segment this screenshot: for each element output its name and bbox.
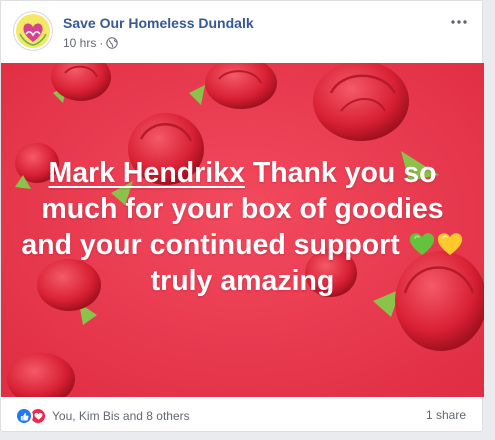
globe-icon[interactable]: [106, 37, 119, 49]
page-logo-icon: [16, 14, 50, 48]
shares-count-link[interactable]: 1 share: [426, 408, 466, 422]
post-card: Save Our Homeless Dundalk 10 hrs · Mark …: [0, 0, 484, 433]
yellow-heart-icon: [437, 233, 462, 255]
post-meta: 10 hrs ·: [63, 36, 119, 50]
more-options-icon: [451, 20, 467, 24]
reactions-summary[interactable]: You, Kim Bis and 8 others: [15, 407, 190, 425]
text-post-background: Mark Hendrikx Thank you so much for your…: [1, 63, 484, 397]
more-options-button[interactable]: [448, 11, 470, 33]
reactions-count-text: You, Kim Bis and 8 others: [52, 409, 190, 423]
like-icon: [15, 407, 33, 425]
mention-link[interactable]: Mark Hendrikx: [48, 157, 244, 189]
meta-separator: ·: [99, 36, 104, 50]
green-heart-icon: [409, 233, 434, 255]
post-header: Save Our Homeless Dundalk 10 hrs ·: [1, 1, 484, 63]
post-footer: You, Kim Bis and 8 others 1 share: [1, 397, 484, 433]
post-message-ending: truly amazing: [150, 265, 335, 297]
post-timestamp[interactable]: 10 hrs: [63, 36, 96, 50]
page-avatar[interactable]: [13, 11, 53, 51]
post-message: Mark Hendrikx Thank you so much for your…: [21, 155, 464, 299]
page-name-link[interactable]: Save Our Homeless Dundalk: [63, 15, 254, 31]
